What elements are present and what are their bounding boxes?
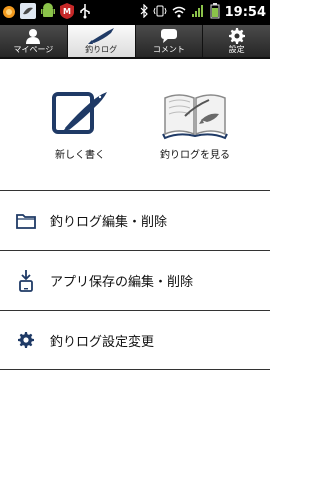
vibrate-icon: [153, 3, 167, 22]
download-phone-icon: [16, 269, 36, 292]
tab-label: 設定: [228, 45, 245, 54]
signal-icon: [191, 3, 205, 22]
svg-text:M: M: [63, 7, 71, 16]
folder-icon: [16, 210, 36, 232]
android-icon: [40, 2, 56, 24]
view-log-label: 釣りログを見る: [160, 150, 230, 161]
list-item-edit-delete-log[interactable]: 釣りログ編集・削除: [0, 190, 270, 250]
list-item-label: アプリ保存の編集・削除: [50, 275, 194, 290]
speech-bubble-icon: [160, 27, 178, 45]
gear-icon: [16, 329, 36, 351]
person-icon: [25, 27, 41, 45]
status-bar: M 19:54: [0, 0, 270, 25]
list-item-edit-saved[interactable]: アプリ保存の編集・削除: [0, 250, 270, 310]
tab-settings[interactable]: 設定: [203, 25, 270, 57]
bluetooth-icon: [140, 3, 148, 22]
wifi-icon: [172, 3, 186, 22]
menu-list: 釣りログ編集・削除 アプリ保存の編集・削除 釣りログ設定変更: [0, 190, 270, 370]
fish-icon: [86, 27, 116, 45]
tab-comments[interactable]: コメント: [136, 25, 204, 57]
mcafee-icon: M: [59, 2, 75, 24]
gear-icon: [228, 27, 245, 45]
list-item-label: 釣りログ設定変更: [50, 334, 155, 350]
action-area: 新しく書く 釣りログを見る: [0, 88, 270, 168]
list-item-log-settings[interactable]: 釣りログ設定変更: [0, 310, 270, 370]
tab-label: 釣りログ: [85, 45, 118, 54]
tab-label: マイページ: [13, 45, 54, 54]
tab-label: コメント: [152, 45, 185, 54]
tab-fishing-log[interactable]: 釣りログ: [67, 25, 136, 57]
tab-bar: マイページ 釣りログ コメント 設定: [0, 25, 270, 59]
clock: 19:54: [224, 5, 266, 20]
usb-icon: [78, 3, 92, 23]
new-log-label: 新しく書く: [55, 150, 105, 161]
list-item-label: 釣りログ編集・削除: [50, 215, 168, 230]
notification-dot-icon: [2, 3, 16, 22]
bird-app-icon: [19, 2, 37, 24]
view-log-button[interactable]: 釣りログを見る: [150, 88, 240, 161]
battery-icon: [210, 2, 220, 23]
new-log-button[interactable]: 新しく書く: [40, 88, 120, 161]
fish-book-icon: [161, 88, 229, 144]
fish-compose-icon: [51, 88, 109, 144]
tab-mypage[interactable]: マイページ: [0, 25, 68, 57]
